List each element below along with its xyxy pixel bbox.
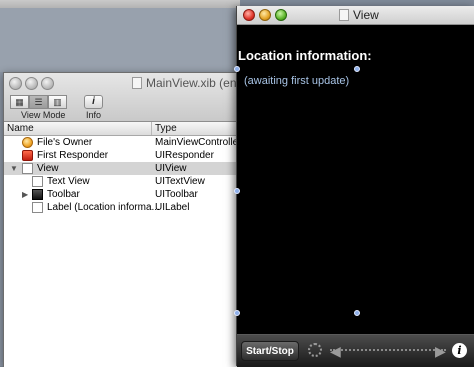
minimize-button[interactable] [25,77,38,90]
outline-row-toolbar[interactable]: ▶ Toolbar UIToolbar [4,188,240,201]
view-mode-icons-button[interactable]: ▦ [10,95,29,109]
activity-spinner-icon [308,343,322,357]
label-icon [32,202,43,213]
outline-column-header: Name Type [4,122,240,136]
text-view-icon [32,176,43,187]
view-document-icon [339,9,349,21]
xib-window-title: MainView.xib (en) [132,76,241,90]
row-type: UIView [155,163,187,174]
xib-window-title-text: MainView.xib (en) [146,76,241,90]
info-label: Info [86,110,102,120]
xib-document-window: MainView.xib (en) ▦ ☰ ▥ View Mode i Info… [3,72,242,367]
document-icon [132,77,142,89]
flexible-space-item [330,349,446,355]
view-minimize-button[interactable] [259,9,271,21]
row-name: Text View [47,176,90,187]
outline-row-first-responder[interactable]: First Responder UIResponder [4,149,240,162]
background-window-titlebar [0,0,240,8]
view-window-titlebar: View [237,6,474,25]
row-name: File's Owner [37,137,93,148]
view-window-title: View [339,8,379,22]
start-stop-button[interactable]: Start/Stop [241,341,299,361]
view-zoom-button[interactable] [275,9,287,21]
row-type: UIResponder [155,150,214,161]
list-icon: ☰ [34,97,43,107]
view-mode-columns-button[interactable]: ▥ [48,95,67,109]
view-window-title-text: View [353,8,379,22]
columns-icon: ▥ [53,97,62,107]
location-status-text-view[interactable]: (awaiting first update) [244,75,349,87]
outline-row-view[interactable]: ▼ View UIView [4,162,240,175]
background-window-content [0,8,240,72]
disclosure-collapsed-icon[interactable]: ▶ [22,188,28,201]
arrow-left-icon: ◀ [330,343,341,359]
info-icon: i [92,96,95,107]
row-name: Toolbar [47,189,80,200]
row-type: UIToolbar [155,189,198,200]
resize-handle[interactable] [234,66,240,72]
disclosure-expanded-icon[interactable]: ▼ [10,162,18,175]
name-column-header[interactable]: Name [7,122,34,135]
view-mode-list-button[interactable]: ☰ [29,95,48,109]
resize-handle[interactable] [234,310,240,316]
resize-handle[interactable] [354,310,360,316]
row-type: UITextView [155,176,205,187]
zoom-button[interactable] [41,77,54,90]
row-type: UILabel [155,202,190,213]
resize-handle[interactable] [234,188,240,194]
view-close-button[interactable] [243,9,255,21]
info-button[interactable]: i [84,95,103,109]
view-icon [22,163,33,174]
row-name: Label (Location informa... [47,202,160,213]
xib-titlebar: MainView.xib (en) ▦ ☰ ▥ View Mode i Info [4,73,241,122]
first-responder-icon [22,150,33,161]
close-button[interactable] [9,77,22,90]
info-light-button[interactable]: i [452,343,467,358]
arrow-right-icon: ▶ [435,343,446,359]
resize-handle[interactable] [354,66,360,72]
row-name: First Responder [37,150,109,161]
row-name: View [37,163,59,174]
toolbar-icon [32,189,43,200]
type-column-header[interactable]: Type [151,122,177,135]
icon-grid-icon: ▦ [15,97,24,107]
location-info-label[interactable]: Location information: [238,48,372,63]
outline-row-text-view[interactable]: Text View UITextView [4,175,240,188]
location-toolbar: Start/Stop ◀ ▶ i [237,334,474,367]
files-owner-icon [22,137,33,148]
outline-row-label[interactable]: Label (Location informa... UILabel [4,201,240,214]
view-editor-window: View Location information: (awaiting fir… [234,6,474,367]
view-mode-label: View Mode [21,110,66,120]
outline-list: File's Owner MainViewController First Re… [4,136,242,214]
row-type: MainViewController [155,137,242,148]
outline-row-files-owner[interactable]: File's Owner MainViewController [4,136,242,149]
